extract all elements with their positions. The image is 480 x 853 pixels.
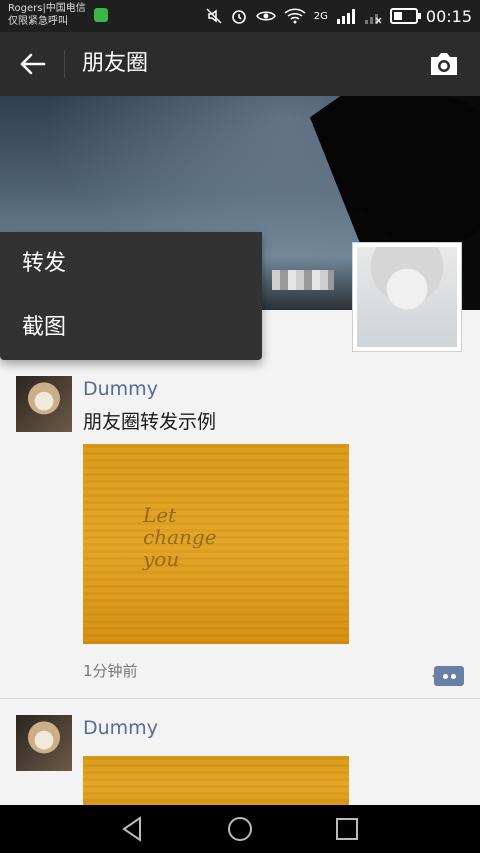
signal-icon xyxy=(336,9,355,24)
camera-icon[interactable] xyxy=(428,50,460,78)
avatar[interactable] xyxy=(16,715,72,771)
page-title: 朋友圈 xyxy=(82,51,149,76)
post-time: 1分钟前 xyxy=(83,662,138,680)
comment-dot xyxy=(443,674,448,679)
back-arrow-icon[interactable] xyxy=(18,50,46,78)
navigation-bar xyxy=(0,805,480,853)
app-notification-icon xyxy=(94,8,108,22)
comment-icon[interactable] xyxy=(432,666,464,686)
post-image[interactable] xyxy=(83,756,349,805)
menu-item-forward[interactable]: 转发 xyxy=(0,232,262,296)
battery-level xyxy=(393,12,402,20)
carrier-name: Rogers|中国电信 xyxy=(8,3,86,14)
clock: 00:15 xyxy=(425,6,472,26)
menu-item-label: 转发 xyxy=(22,251,67,276)
feed-post: Dummy 朋友圈转发示例 Let change you 1分钟前 xyxy=(0,360,480,698)
recents-nav-icon[interactable] xyxy=(333,815,361,843)
popup-menu: 转发 截图 xyxy=(0,232,262,360)
menu-item-screenshot[interactable]: 截图 xyxy=(0,296,262,360)
battery-icon xyxy=(389,8,421,24)
network-type: 2G xyxy=(313,10,328,22)
post-author[interactable]: Dummy xyxy=(83,378,158,400)
post-image[interactable]: Let change you xyxy=(83,444,349,644)
post-author[interactable]: Dummy xyxy=(83,717,158,739)
carrier-info: Rogers|中国电信 仅限紧急呼叫 xyxy=(8,2,86,28)
profile-avatar[interactable] xyxy=(352,242,462,352)
title-divider xyxy=(64,50,65,78)
image-scribble-text: Let change you xyxy=(143,503,217,571)
feed-post: Dummy xyxy=(0,699,480,805)
no-sim-signal-icon xyxy=(364,14,382,24)
avatar[interactable] xyxy=(16,376,72,432)
status-bar: Rogers|中国电信 仅限紧急呼叫 2G 00:15 xyxy=(0,0,480,32)
emergency-only-label: 仅限紧急呼叫 xyxy=(8,16,68,27)
comment-dot xyxy=(451,674,456,679)
menu-item-label: 截图 xyxy=(22,315,67,340)
eye-icon xyxy=(255,11,276,21)
alarm-icon xyxy=(231,10,246,24)
back-nav-icon[interactable] xyxy=(118,815,146,843)
title-bar: 朋友圈 xyxy=(0,32,480,96)
profile-avatar-image xyxy=(357,247,457,347)
mute-icon xyxy=(206,8,222,24)
wifi-icon xyxy=(284,8,306,24)
status-icons: 2G 00:15 xyxy=(206,6,472,26)
user-name-blurred xyxy=(272,270,334,290)
home-nav-icon[interactable] xyxy=(226,815,254,843)
post-text: 朋友圈转发示例 xyxy=(83,411,217,433)
